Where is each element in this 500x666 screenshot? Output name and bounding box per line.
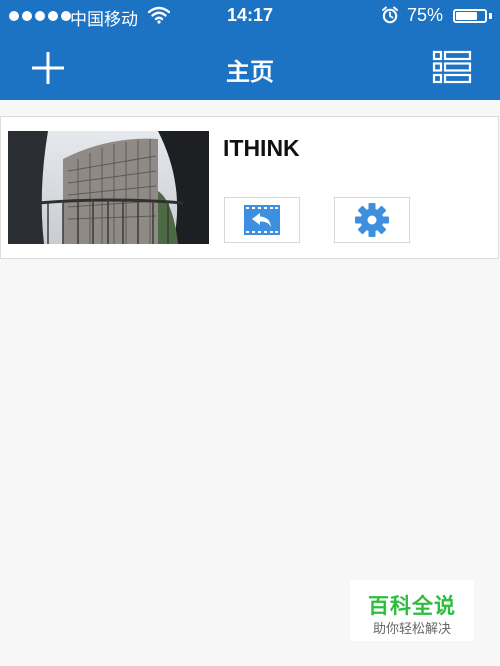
list-icon[interactable] (432, 50, 472, 84)
watermark-title: 百科全说 (368, 594, 456, 618)
battery-percent: 75% (407, 5, 444, 25)
settings-button[interactable] (334, 197, 410, 243)
gear-icon (355, 203, 389, 237)
device-thumbnail[interactable] (8, 131, 209, 244)
app-header: 中国移动 14:17 75% 主页 (0, 0, 500, 100)
status-bar: 中国移动 14:17 75% (0, 0, 500, 32)
playback-icon (244, 205, 280, 235)
watermark-logo: 百科全说 助你轻松解决 (350, 580, 474, 641)
page-title: 主页 (226, 58, 274, 86)
alarm-clock-icon (382, 6, 398, 24)
playback-button[interactable] (224, 197, 300, 243)
watermark-subtitle: 助你轻松解决 (372, 622, 451, 637)
fisheye-building-photo (8, 131, 209, 244)
battery-tip (489, 13, 492, 19)
device-name: ITHINK (223, 135, 300, 161)
navigation-bar: 主页 (0, 32, 500, 100)
device-card[interactable]: ITHINK (0, 116, 499, 259)
battery-icon (453, 9, 487, 23)
plus-icon[interactable] (28, 48, 68, 88)
battery-fill (456, 12, 477, 20)
